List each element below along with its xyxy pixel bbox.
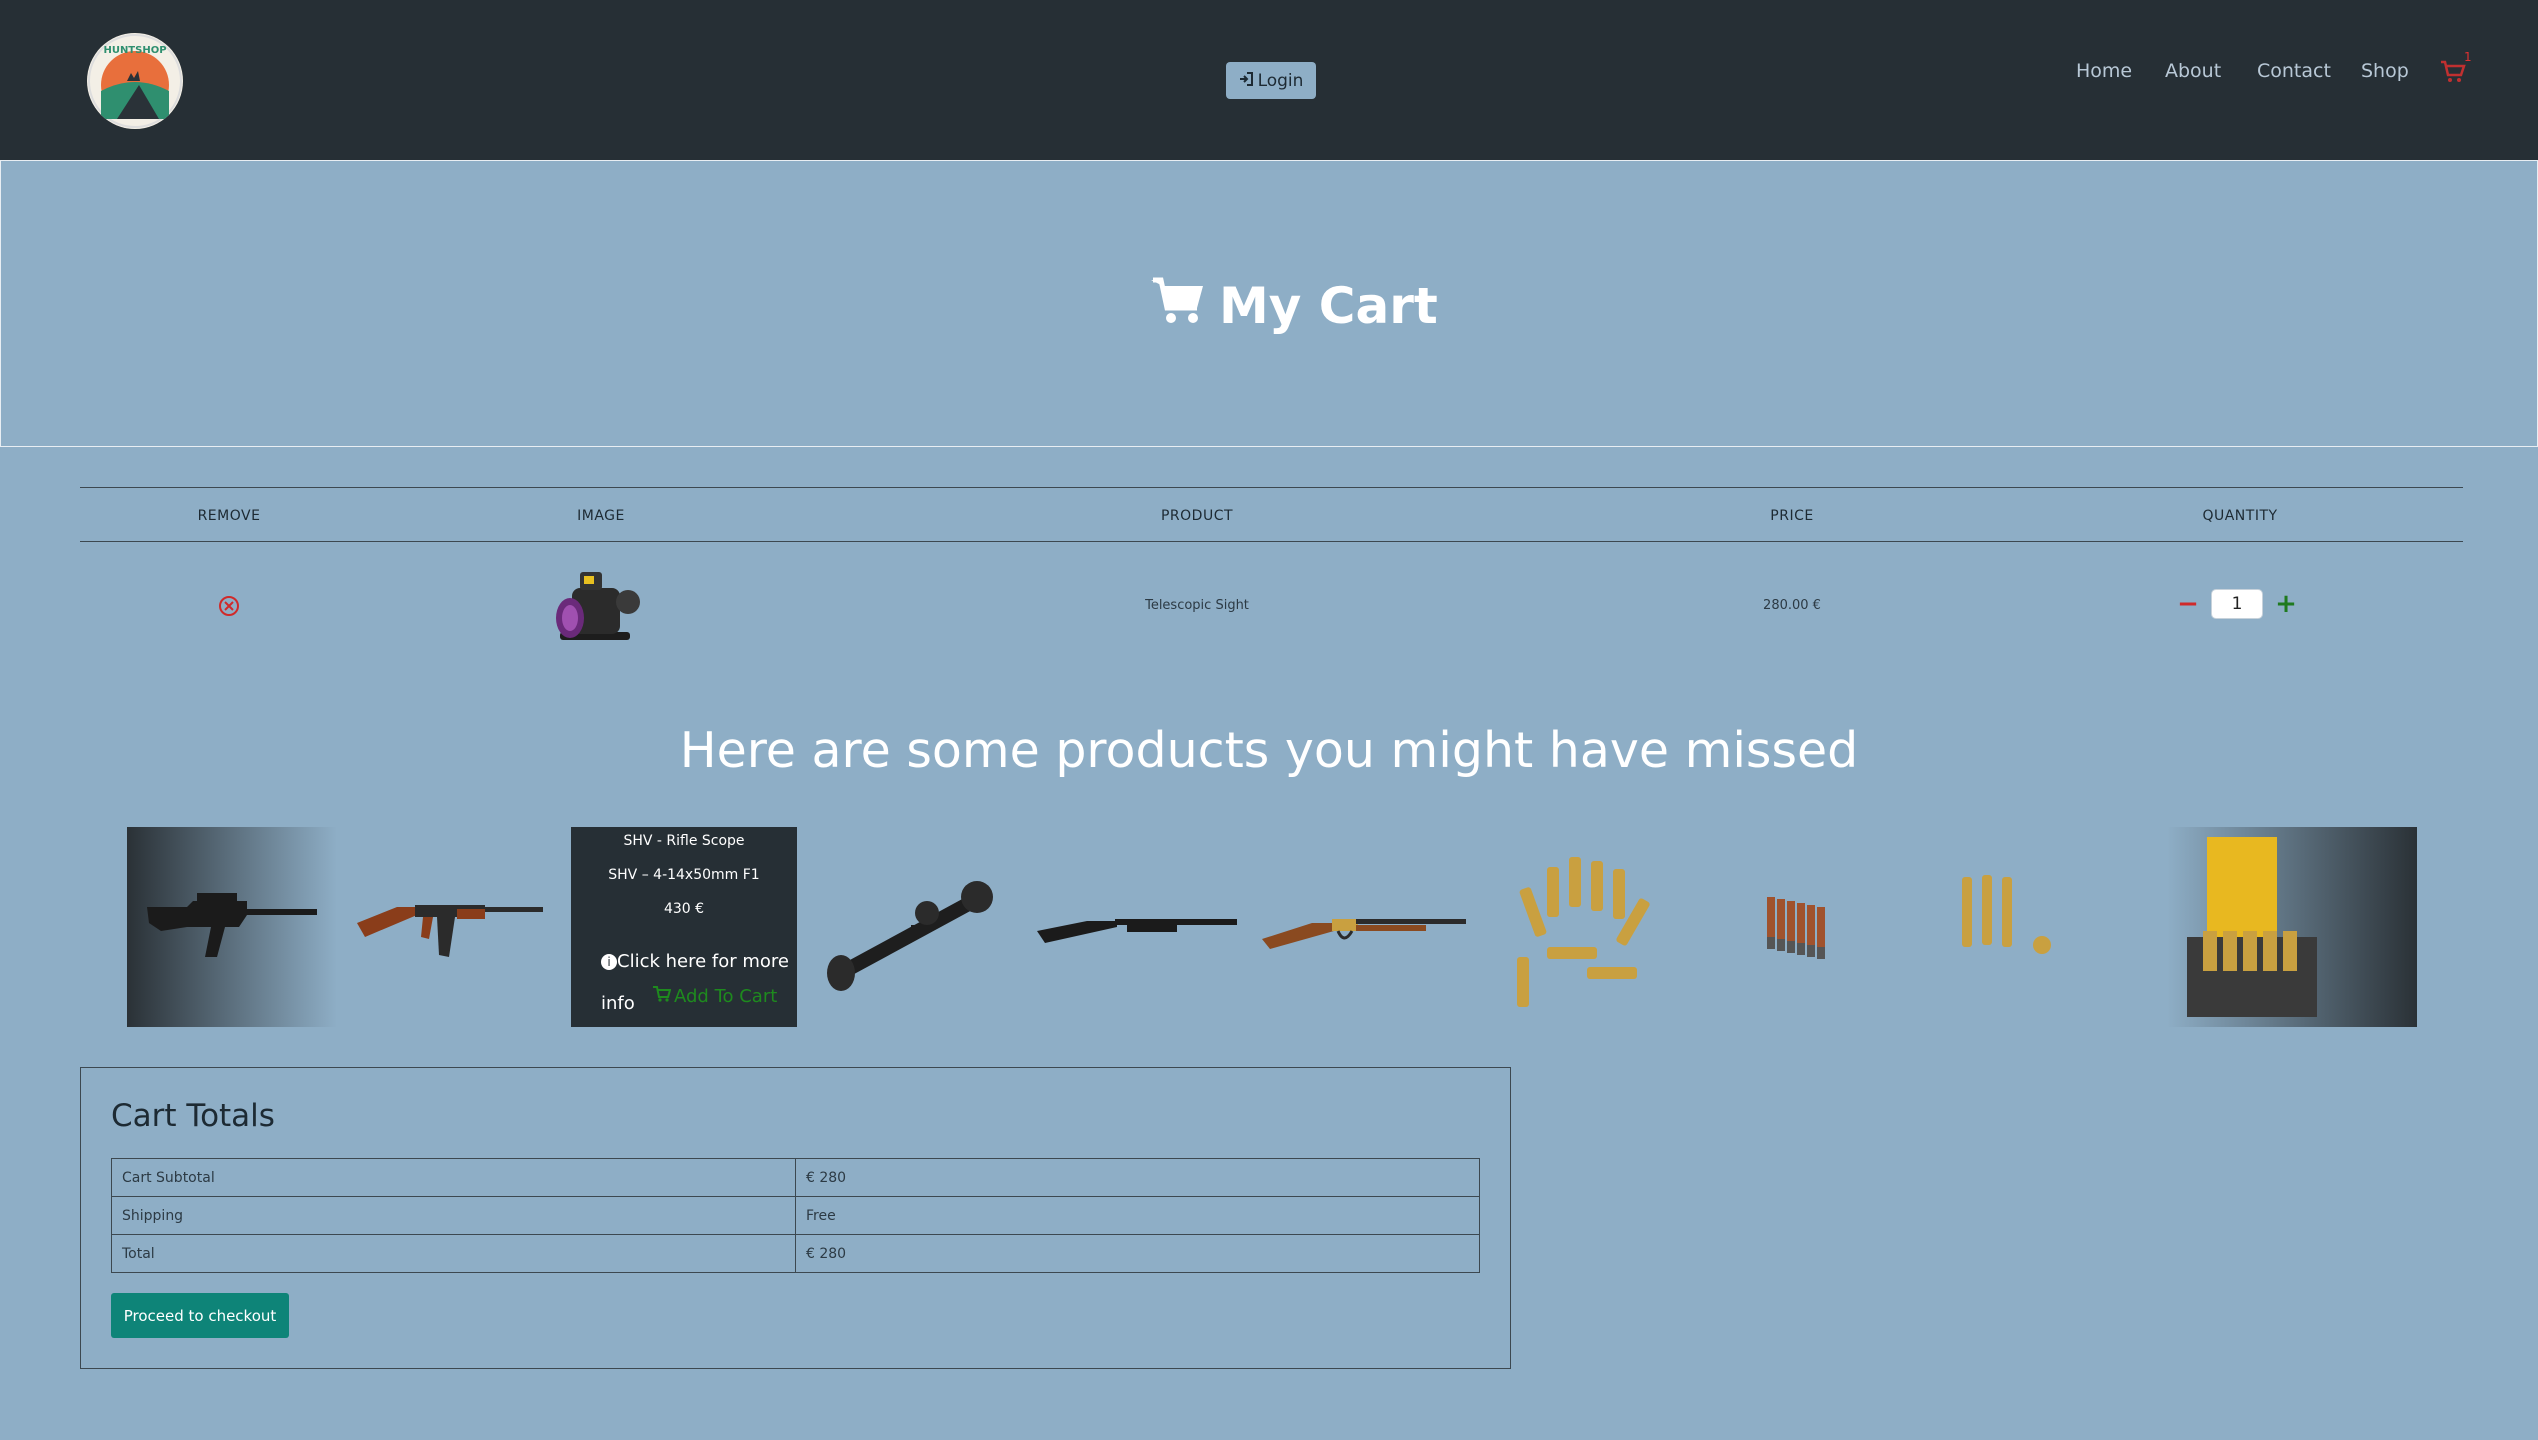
cart-nav-icon[interactable]	[2440, 60, 2470, 88]
product-bullets[interactable]	[1477, 827, 1687, 1027]
nav-shop[interactable]: Shop	[2361, 60, 2409, 82]
info-icon: i	[601, 954, 617, 970]
svg-text:HUNTSHOP: HUNTSHOP	[103, 45, 166, 56]
cart-totals-table: Cart Subtotal € 280 Shipping Free Total …	[111, 1158, 1480, 1273]
nav-contact[interactable]: Contact	[2257, 60, 2331, 82]
product-carousel: SHV - Rifle Scope SHV – 4-14x50mm F1 430…	[127, 827, 2417, 1027]
decrease-quantity-button[interactable]: −	[2177, 589, 2199, 619]
hover-product-name: SHV - Rifle Scope	[623, 833, 745, 849]
quantity-input[interactable]	[2211, 589, 2263, 619]
more-info-link[interactable]: i Click here for more info	[601, 941, 791, 1025]
page-title-text: My Cart	[1219, 277, 1438, 335]
shopping-cart-icon	[1151, 276, 1205, 336]
product-assault-rifle[interactable]	[127, 827, 337, 1027]
cart-totals-title: Cart Totals	[111, 1098, 275, 1134]
subtotal-label: Cart Subtotal	[111, 1158, 796, 1197]
remove-item-icon[interactable]	[218, 595, 240, 617]
col-image: IMAGE	[577, 508, 625, 524]
add-to-cart-label: Add To Cart	[674, 986, 778, 1007]
sign-in-icon	[1239, 71, 1253, 91]
total-label: Total	[111, 1234, 796, 1273]
login-button[interactable]: Login	[1226, 62, 1316, 99]
cart-table-header: REMOVE IMAGE PRODUCT PRICE QUANTITY	[80, 487, 2463, 542]
nav-home[interactable]: Home	[2076, 60, 2132, 82]
total-value: € 280	[795, 1234, 1480, 1273]
product-ammo-box[interactable]	[2167, 827, 2417, 1027]
site-logo[interactable]: HUNTSHOP	[87, 33, 183, 129]
suggestions-heading: Here are some products you might have mi…	[679, 722, 1859, 779]
shipping-label: Shipping	[111, 1196, 796, 1235]
cart-product-price: 280.00 €	[1763, 598, 1821, 613]
product-thumbnail	[550, 562, 650, 662]
product-cartridges[interactable]	[1697, 827, 1897, 1027]
navbar: HUNTSHOP Login Home About Contact Shop 1	[0, 0, 2538, 160]
col-price: PRICE	[1770, 508, 1814, 524]
product-hover-card[interactable]: SHV - Rifle Scope SHV – 4-14x50mm F1 430…	[571, 827, 797, 1027]
product-ak-rifle[interactable]	[337, 827, 557, 1027]
page-title: My Cart	[1151, 276, 1438, 336]
login-label: Login	[1257, 70, 1304, 91]
product-shotgun[interactable]	[1027, 827, 1247, 1027]
table-row: Shipping Free	[111, 1196, 1480, 1235]
page-banner: My Cart	[0, 160, 2538, 447]
cart-table: REMOVE IMAGE PRODUCT PRICE QUANTITY Tele…	[80, 487, 2463, 682]
quantity-stepper: − +	[2177, 589, 2297, 619]
product-rifle-scope[interactable]	[807, 827, 1017, 1027]
cart-product-name[interactable]: Telescopic Sight	[1145, 598, 1249, 613]
table-row: Cart Subtotal € 280	[111, 1158, 1480, 1197]
cart-count-badge: 1	[2464, 50, 2472, 64]
proceed-to-checkout-button[interactable]: Proceed to checkout	[111, 1293, 289, 1338]
col-product: PRODUCT	[1160, 508, 1234, 524]
nav-about[interactable]: About	[2165, 60, 2221, 82]
col-remove: REMOVE	[197, 508, 261, 524]
cart-plus-icon	[653, 986, 672, 1007]
cart-totals-panel: Cart Totals Cart Subtotal € 280 Shipping…	[80, 1067, 1511, 1369]
table-row: Total € 280	[111, 1234, 1480, 1273]
col-quantity: QUANTITY	[2202, 508, 2278, 524]
shipping-value: Free	[795, 1196, 1480, 1235]
product-rifle-rounds[interactable]	[1902, 827, 2102, 1027]
hover-product-subtitle: SHV – 4-14x50mm F1	[608, 867, 760, 883]
subtotal-value: € 280	[795, 1158, 1480, 1197]
hover-product-price: 430 €	[663, 901, 705, 917]
product-lever-rifle[interactable]	[1252, 827, 1472, 1027]
add-to-cart-link[interactable]: Add To Cart	[653, 986, 777, 1007]
increase-quantity-button[interactable]: +	[2275, 589, 2297, 619]
table-row: Telescopic Sight 280.00 € − +	[80, 542, 2463, 682]
